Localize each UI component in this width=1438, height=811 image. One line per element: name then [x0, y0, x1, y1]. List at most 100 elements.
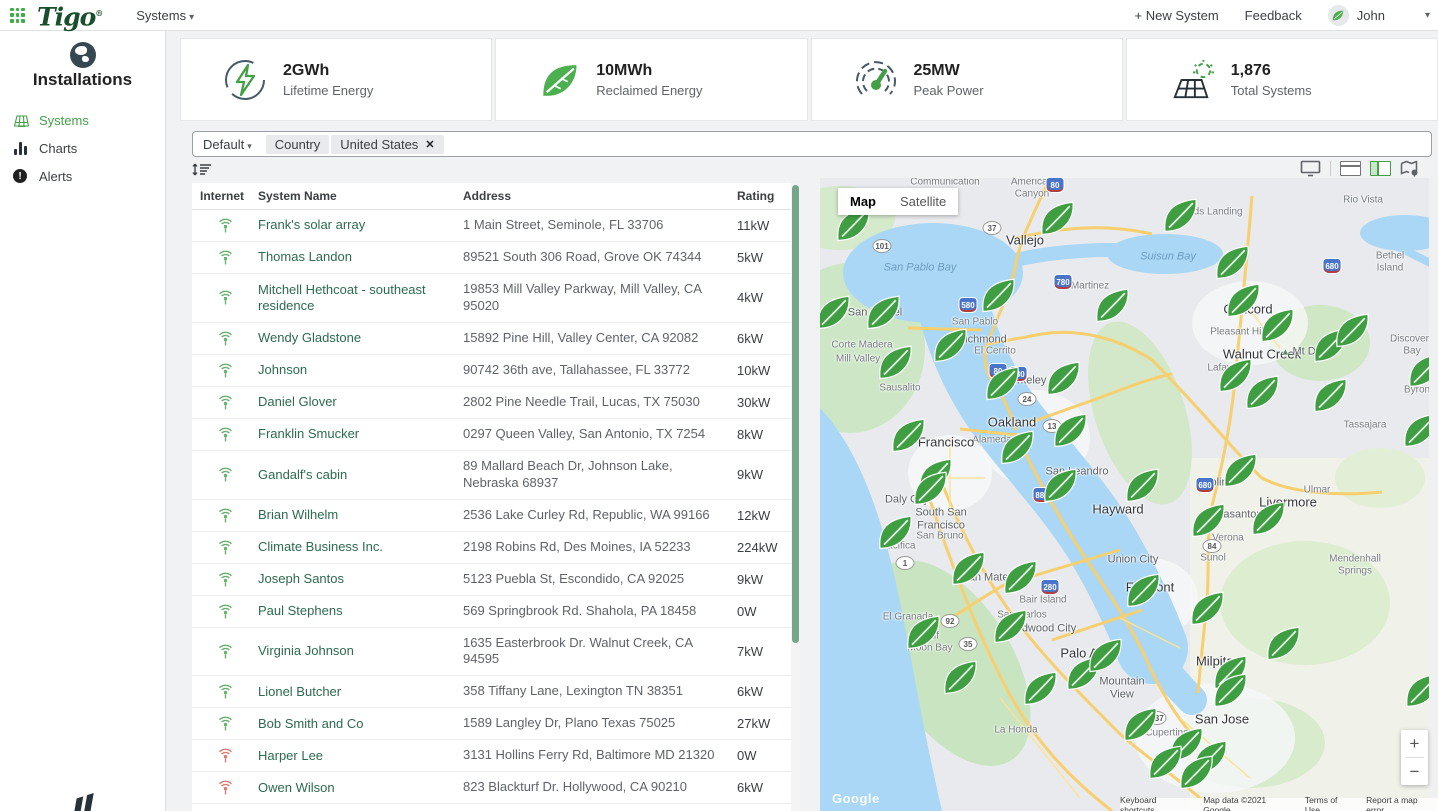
system-name-link[interactable]: Paul Stephens [258, 603, 463, 619]
map-leaf-marker[interactable] [1159, 197, 1201, 233]
nav-systems-dropdown[interactable]: Systems ▾ [136, 8, 194, 23]
map-leaf-marker[interactable] [1309, 377, 1351, 413]
map-button[interactable]: Map [838, 188, 888, 215]
table-row[interactable]: Wendy Gladstone 15892 Pine Hill, Valley … [192, 323, 800, 355]
system-name-link[interactable]: Franklin Smucker [258, 426, 463, 442]
table-row[interactable]: Owen Wilson 823 Blackturf Dr. Hollywood,… [192, 772, 800, 805]
table-row[interactable]: Virginia Johnson 1635 Easterbrook Dr. Wa… [192, 628, 800, 677]
table-view-icon[interactable] [1340, 161, 1361, 176]
map-leaf-marker[interactable] [902, 614, 944, 650]
zoom-out-button[interactable]: − [1401, 758, 1428, 785]
map-leaf-marker[interactable] [989, 608, 1031, 644]
map-leaf-marker[interactable] [874, 344, 916, 380]
table-row[interactable]: Climate Business Inc. 2198 Robins Rd, De… [192, 532, 800, 564]
user-menu-caret-icon[interactable]: ▾ [1425, 10, 1430, 21]
system-name-link[interactable]: Climate Business Inc. [258, 539, 463, 555]
map-leaf-marker[interactable] [977, 277, 1019, 313]
col-internet[interactable]: Internet [192, 189, 258, 203]
col-address[interactable]: Address [463, 189, 737, 203]
system-name-link[interactable]: Lionel Butcher [258, 684, 463, 700]
table-row[interactable]: Franklin Smucker 0297 Queen Valley, San … [192, 419, 800, 451]
table-row[interactable]: Frank's solar array 1 Main Street, Semin… [192, 210, 800, 242]
map-leaf-marker[interactable] [981, 365, 1023, 401]
map-view-icon[interactable] [1400, 160, 1420, 177]
table-row[interactable]: Brian Wilhelm 2536 Lake Curley Rd, Repub… [192, 500, 800, 532]
system-name-link[interactable]: Bob Smith and Co [258, 716, 463, 732]
map-leaf-marker[interactable] [939, 659, 981, 695]
app-grid-icon[interactable] [10, 7, 25, 23]
map-leaf-marker[interactable] [947, 550, 989, 586]
report-map-error-link[interactable]: Report a map error [1366, 795, 1434, 811]
map-leaf-marker[interactable] [1049, 412, 1091, 448]
map-leaf-marker[interactable] [1256, 307, 1298, 343]
map-leaf-marker[interactable] [1039, 467, 1081, 503]
map-leaf-marker[interactable] [996, 429, 1038, 465]
map-leaf-marker[interactable] [1036, 200, 1078, 236]
system-name-link[interactable]: Mitchell Hethcoat - southeast residence [258, 282, 463, 315]
system-name-link[interactable]: Owen Wilson [258, 780, 463, 796]
terms-of-use-link[interactable]: Terms of Use [1305, 795, 1352, 811]
keyboard-shortcuts-link[interactable]: Keyboard shortcuts [1120, 795, 1189, 811]
sidebar-item-charts[interactable]: Charts [0, 134, 165, 162]
map-leaf-marker[interactable] [1247, 500, 1289, 536]
zoom-in-button[interactable]: + [1401, 730, 1428, 757]
system-name-link[interactable]: Joseph Santos [258, 571, 463, 587]
map-leaf-marker[interactable] [862, 294, 904, 330]
new-system-button[interactable]: + New System [1135, 8, 1219, 23]
map-leaf-marker[interactable] [1084, 637, 1126, 673]
table-row[interactable]: Thomas Landon 89521 South 306 Road, Grov… [192, 242, 800, 274]
scrollbar-thumb[interactable] [792, 185, 799, 644]
filter-preset-dropdown[interactable]: Default ▾ [203, 137, 252, 152]
map-leaf-marker[interactable] [1186, 590, 1228, 626]
map-panel[interactable]: Communication American Canyon Vallejo Birds… [820, 178, 1438, 811]
sort-rows-icon[interactable] [192, 162, 212, 182]
system-name-link[interactable]: Gandalf's cabin [258, 467, 463, 483]
system-name-link[interactable]: Harper Lee [258, 748, 463, 764]
feedback-button[interactable]: Feedback [1245, 8, 1302, 23]
map-leaf-marker[interactable] [1241, 374, 1283, 410]
system-name-link[interactable]: Thomas Landon [258, 249, 463, 265]
table-row[interactable]: Paul Stephens 569 Springbrook Rd. Shahol… [192, 596, 800, 628]
table-row[interactable]: Joseph Santos 5123 Puebla St, Escondido,… [192, 564, 800, 596]
map-leaf-marker[interactable] [1211, 244, 1253, 280]
sidebar-item-alerts[interactable]: ! Alerts [0, 162, 165, 190]
map-leaf-marker[interactable] [1219, 452, 1261, 488]
col-system-name[interactable]: System Name [258, 189, 463, 203]
system-name-link[interactable]: Johnson [258, 362, 463, 378]
map-leaf-marker[interactable] [1091, 287, 1133, 323]
remove-filter-icon[interactable]: ✕ [425, 138, 434, 151]
table-row[interactable]: Bob Smith and Co 1589 Langley Dr, Plano … [192, 708, 800, 741]
map-leaf-marker[interactable] [1262, 625, 1304, 661]
map-leaf-marker[interactable] [1119, 706, 1161, 742]
map-leaf-marker[interactable] [1019, 670, 1061, 706]
system-name-link[interactable]: Daniel Glover [258, 394, 463, 410]
map-leaf-marker[interactable] [1042, 360, 1084, 396]
table-row[interactable]: Harper Lee 3131 Hollins Ferry Rd, Baltim… [192, 740, 800, 773]
table-row[interactable]: Daniel Glover 2802 Pine Needle Trail, Lu… [192, 387, 800, 419]
avatar[interactable] [1327, 4, 1349, 26]
map-leaf-marker[interactable] [874, 514, 916, 550]
sidebar-item-systems[interactable]: Systems [0, 106, 165, 134]
table-scrollbar[interactable] [791, 183, 800, 811]
table-row[interactable]: Mitchell Hethcoat - southeast residence … [192, 274, 800, 323]
satellite-button[interactable]: Satellite [888, 188, 959, 215]
system-name-link[interactable]: Frank's solar array [258, 217, 463, 233]
map-leaf-marker[interactable] [1121, 467, 1163, 503]
system-name-link[interactable]: Virginia Johnson [258, 643, 463, 659]
map-leaf-marker[interactable] [1209, 672, 1251, 708]
map-leaf-marker[interactable] [1175, 754, 1217, 790]
map-leaf-marker[interactable] [1331, 312, 1373, 348]
split-view-icon[interactable] [1370, 161, 1391, 176]
map-leaf-marker[interactable] [820, 294, 854, 330]
map-leaf-marker[interactable] [909, 470, 951, 506]
monitor-view-icon[interactable] [1300, 160, 1321, 177]
map-leaf-marker[interactable] [1122, 572, 1164, 608]
map-leaf-marker[interactable] [999, 559, 1041, 595]
table-row[interactable]: Lionel Butcher 358 Tiffany Lane, Lexingt… [192, 676, 800, 709]
system-name-link[interactable]: Wendy Gladstone [258, 330, 463, 346]
table-row[interactable]: Gandalf's cabin 89 Mallard Beach Dr, Joh… [192, 451, 800, 500]
tigo-logo[interactable]: Tigo® [37, 0, 103, 31]
map-leaf-marker[interactable] [1187, 502, 1229, 538]
map-leaf-marker[interactable] [887, 417, 929, 453]
system-name-link[interactable]: Brian Wilhelm [258, 507, 463, 523]
